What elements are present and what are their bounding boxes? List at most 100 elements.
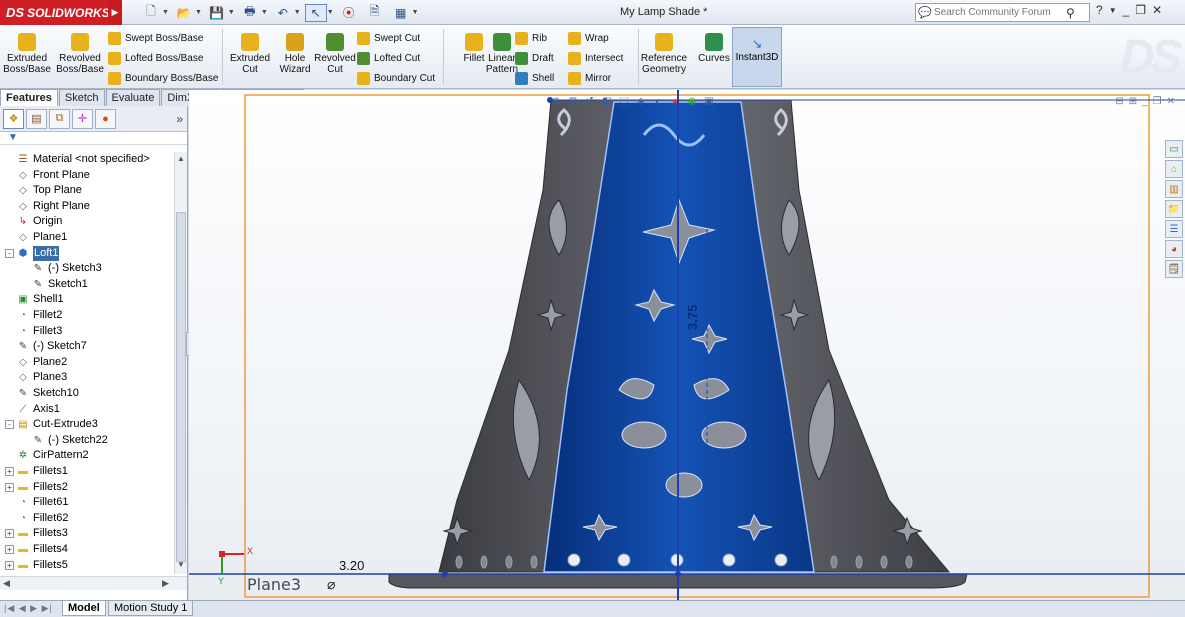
extruded-cut-button[interactable]: Extruded Cut [226, 33, 274, 75]
tree-expand-toggle-icon[interactable]: + [5, 467, 14, 476]
new-document-icon[interactable]: 🗋 [140, 4, 162, 22]
tree-item[interactable]: ✎ (-) Sketch7 [16, 339, 87, 354]
tree-item[interactable]: ✎ (-) Sketch3 [31, 261, 102, 276]
solidworks-logo[interactable]: DS SOLIDWORKS [0, 0, 110, 25]
tab-sketch[interactable]: Sketch [58, 89, 105, 106]
custom-properties-icon[interactable]: 🗒 [1165, 260, 1183, 278]
view-orientation-icon[interactable]: ⬚ [617, 94, 631, 108]
rebuild-traffic-light-icon[interactable]: ⦿ [338, 4, 360, 22]
tree-item[interactable]: ◔ Fillet3 [16, 324, 62, 339]
shell-button[interactable]: Shell [515, 70, 554, 86]
lofted-boss-base-button[interactable]: Lofted Boss/Base [108, 50, 203, 66]
sketch-point[interactable] [675, 571, 681, 577]
zoom-to-fit-icon[interactable]: ⊕ [549, 94, 563, 108]
save-icon[interactable]: 💾 [206, 4, 228, 22]
options-icon[interactable]: ▦ [390, 4, 412, 22]
open-dropdown-icon[interactable]: ▼ [195, 9, 202, 16]
boundary-cut-button[interactable]: Boundary Cut [357, 70, 435, 86]
tree-item[interactable]: ◇ Plane3 [16, 370, 67, 385]
revolved-boss-base-button[interactable]: Revolved Boss/Base [56, 33, 104, 75]
tree-item[interactable]: + ▬ Fillets5 [5, 558, 68, 573]
tree-item[interactable]: ✎ Sketch10 [16, 386, 79, 401]
curves-button[interactable]: Curves [690, 33, 738, 64]
sketch-point[interactable] [442, 571, 448, 577]
scroll-left-icon[interactable]: ◀ [3, 578, 10, 589]
reference-geometry-button[interactable]: Reference Geometry [638, 33, 690, 75]
wrap-button[interactable]: Wrap [568, 30, 609, 46]
tree-item[interactable]: ▣ Shell1 [16, 292, 63, 307]
help-dropdown-icon[interactable]: ▼ [1109, 6, 1117, 17]
tree-item[interactable]: ◔ Fillet61 [16, 495, 69, 510]
tree-item[interactable]: ✎ (-) Sketch22 [31, 433, 108, 448]
tree-item[interactable]: ✎ Sketch1 [31, 277, 88, 292]
zoom-to-area-icon[interactable]: ⊞ [566, 94, 580, 108]
instant3d-button[interactable]: ↘ Instant3D [732, 27, 782, 87]
configuration-manager-tab-icon[interactable]: ⧉ [49, 108, 70, 129]
viewport-close-icon[interactable]: ✕ [1167, 96, 1175, 107]
apply-scene-icon[interactable]: ◉ [685, 94, 699, 108]
restore-icon[interactable]: ❐ [1135, 3, 1146, 17]
tab-evaluate[interactable]: Evaluate [105, 89, 161, 106]
tree-item[interactable]: + ▬ Fillets1 [5, 464, 68, 479]
tree-item[interactable]: ☰ Material <not specified> [16, 152, 150, 167]
tree-item[interactable]: ◇ Right Plane [16, 199, 90, 214]
previous-view-icon[interactable]: ↺ [583, 94, 597, 108]
rib-button[interactable]: Rib [515, 30, 547, 46]
lofted-cut-button[interactable]: Lofted Cut [357, 50, 420, 66]
options-dropdown-icon[interactable]: ▼ [412, 9, 419, 16]
tab-features[interactable]: Features [0, 89, 58, 106]
boundary-boss-base-button[interactable]: Boundary Boss/Base [108, 70, 218, 86]
solidworks-resources-icon[interactable]: ▭ [1165, 140, 1183, 158]
extruded-boss-base-button[interactable]: Extruded Boss/Base [3, 33, 51, 75]
tree-item[interactable]: + ▬ Fillets3 [5, 526, 68, 541]
display-manager-tab-icon[interactable]: ● [95, 108, 116, 129]
tree-item[interactable]: ◔ Fillet62 [16, 511, 69, 526]
save-dropdown-icon[interactable]: ▼ [228, 9, 235, 16]
dimxpert-manager-tab-icon[interactable]: ✛ [72, 108, 93, 129]
select-pointer-icon[interactable]: ↖ [304, 3, 327, 22]
select-dropdown-icon[interactable]: ▼ [327, 9, 334, 16]
revolved-cut-button[interactable]: Revolved Cut [311, 33, 359, 75]
plane3-label[interactable]: Plane3 [247, 575, 301, 594]
filter-icon[interactable]: ▼ [0, 132, 187, 145]
tree-item[interactable]: ◇ Plane1 [16, 230, 67, 245]
hide-show-items-icon[interactable]: ◐ [651, 94, 665, 108]
tree-item[interactable]: + ▬ Fillets4 [5, 542, 68, 557]
graphics-area[interactable]: X Y Plane3 ⌀ 3.20 3.75 ⊕ ⊞ ↺ ◧ ⬚ ◈ ◐ ● ◉… [189, 90, 1185, 600]
undo-dropdown-icon[interactable]: ▼ [294, 9, 301, 16]
close-icon[interactable]: ✕ [1152, 3, 1162, 17]
viewport-restore-icon[interactable]: ❐ [1153, 96, 1162, 107]
design-library-icon[interactable]: ▥ [1165, 180, 1183, 198]
view-settings-icon[interactable]: ▣ [702, 94, 716, 108]
tree-item[interactable]: ◇ Plane2 [16, 355, 67, 370]
tree-expand-toggle-icon[interactable]: + [5, 529, 14, 539]
appearances-icon[interactable]: ◕ [1165, 240, 1183, 258]
search-community-forum[interactable]: 💬 ⚲ [915, 3, 1090, 22]
tree-item[interactable]: ◔ Fillet2 [16, 308, 62, 323]
property-manager-tab-icon[interactable]: ▤ [26, 108, 47, 129]
undo-icon[interactable]: ↶ [272, 4, 294, 22]
tree-vertical-scrollbar[interactable]: ▲ ▼ [174, 152, 187, 574]
panel-more-icon[interactable]: » [176, 112, 183, 126]
new-dropdown-icon[interactable]: ▼ [162, 9, 169, 16]
draft-button[interactable]: Draft [515, 50, 554, 66]
menu-expand-arrow-icon[interactable]: ▶ [108, 0, 122, 25]
search-icon[interactable]: ⚲ [1066, 6, 1075, 20]
tree-item[interactable]: ⟋ Axis1 [16, 402, 60, 417]
tree-item[interactable]: ◇ Front Plane [16, 168, 90, 183]
open-folder-icon[interactable]: 📂 [173, 4, 195, 22]
intersect-button[interactable]: Intersect [568, 50, 623, 66]
scroll-down-icon[interactable]: ▼ [175, 560, 187, 572]
tree-horizontal-scrollbar[interactable]: ◀ ▶ [0, 576, 187, 590]
edit-appearance-icon[interactable]: ● [668, 94, 682, 108]
scroll-up-icon[interactable]: ▲ [175, 154, 187, 166]
bottom-tab-motion-study-1[interactable]: Motion Study 1 [108, 601, 194, 616]
search-input[interactable] [934, 7, 1062, 18]
tree-item[interactable]: ✲ CirPattern2 [16, 448, 89, 463]
print-dropdown-icon[interactable]: ▼ [261, 9, 268, 16]
help-icon[interactable]: ? [1096, 3, 1103, 17]
viewport-tile-icon[interactable]: ⊟ [1115, 96, 1123, 107]
swept-boss-base-button[interactable]: Swept Boss/Base [108, 30, 203, 46]
swept-cut-button[interactable]: Swept Cut [357, 30, 420, 46]
viewport-split-icon[interactable]: ⊞ [1129, 96, 1137, 107]
